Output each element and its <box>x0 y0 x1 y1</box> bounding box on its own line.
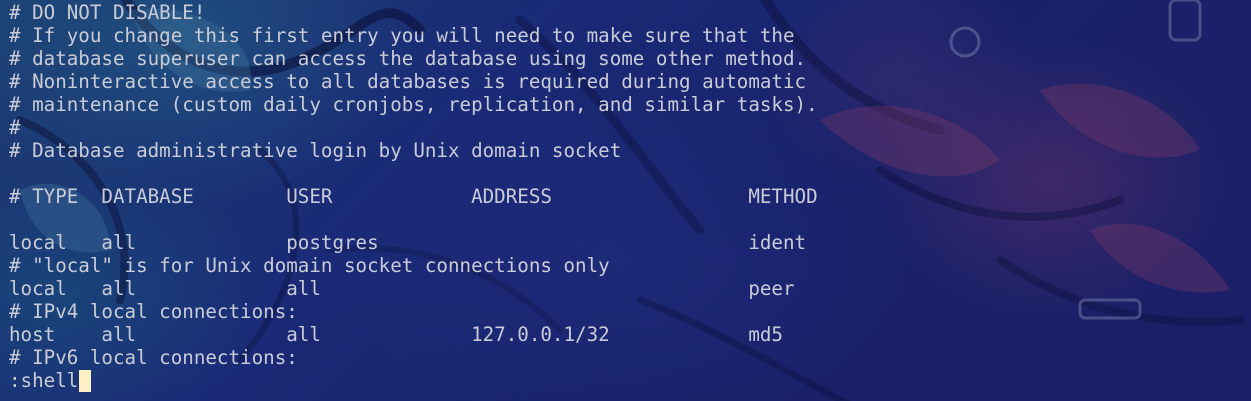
buffer-line: # TYPE DATABASE USER ADDRESS METHOD <box>9 185 818 208</box>
buffer-line: local all all peer <box>9 277 795 300</box>
buffer-line: # IPv4 local connections: <box>9 300 298 323</box>
buffer-line: # <box>9 116 21 139</box>
buffer-line: # maintenance (custom daily cronjobs, re… <box>9 93 818 116</box>
command-line-text: :shell <box>9 369 79 392</box>
buffer-line: local all postgres ident <box>9 231 807 254</box>
buffer-line: # "local" is for Unix domain socket conn… <box>9 254 610 277</box>
buffer-line: # If you change this first entry you wil… <box>9 24 795 47</box>
command-line[interactable]: :shell <box>9 369 818 392</box>
buffer-line: # DO NOT DISABLE! <box>9 1 206 24</box>
buffer-line: # Noninteractive access to all databases… <box>9 70 807 93</box>
text-cursor <box>79 369 92 392</box>
buffer-line: # IPv6 local connections: <box>9 346 298 369</box>
editor-buffer[interactable]: # DO NOT DISABLE! # If you change this fi… <box>9 1 818 392</box>
buffer-line: # Database administrative login by Unix … <box>9 139 622 162</box>
buffer-line <box>9 162 818 185</box>
terminal-window[interactable]: # DO NOT DISABLE! # If you change this fi… <box>0 0 1251 401</box>
buffer-line <box>9 208 818 231</box>
buffer-line: host all all 127.0.0.1/32 md5 <box>9 323 783 346</box>
buffer-line: # database superuser can access the data… <box>9 47 807 70</box>
